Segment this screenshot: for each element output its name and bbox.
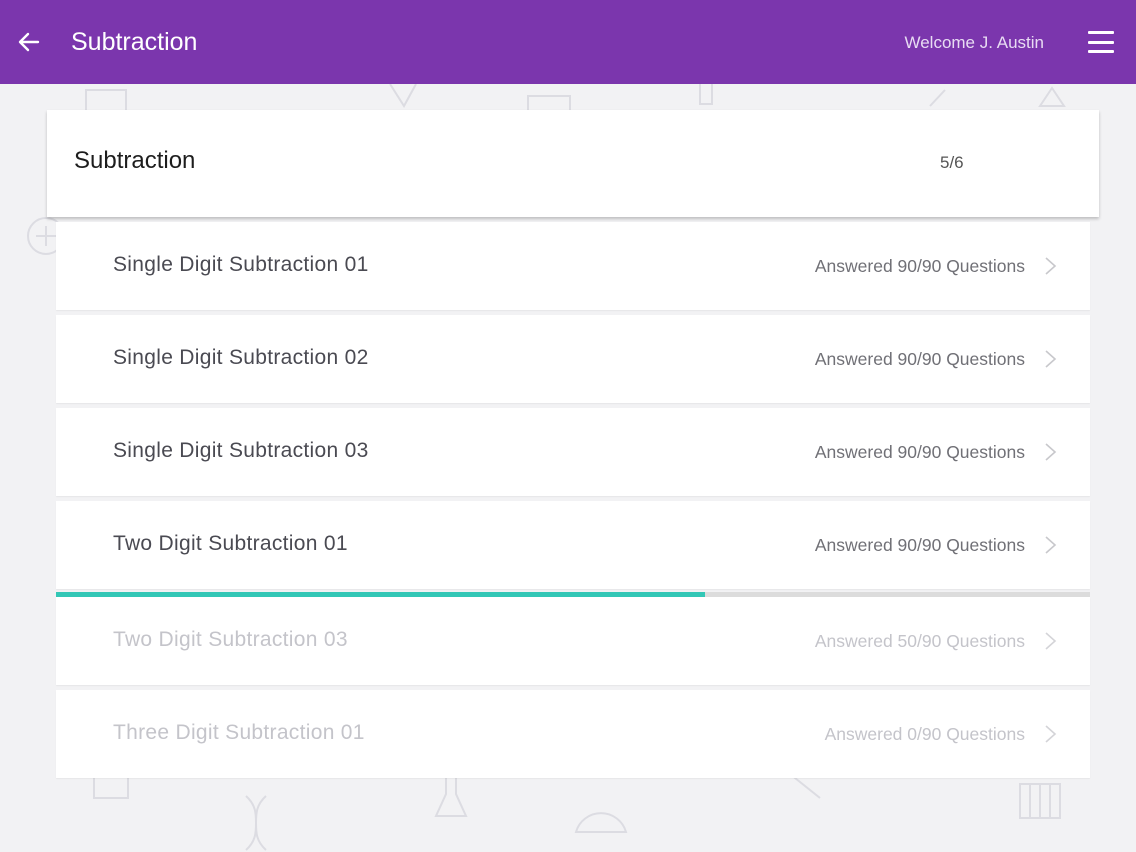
lesson-list: Single Digit Subtraction 01 Answered 90/… bbox=[56, 222, 1090, 783]
lesson-status: Answered 90/90 Questions bbox=[814, 535, 1025, 555]
course-header-card: Subtraction 5/6 bbox=[47, 110, 1099, 217]
page-title: Subtraction bbox=[71, 28, 198, 56]
lesson-row[interactable]: Single Digit Subtraction 02 Answered 90/… bbox=[56, 315, 1090, 403]
lesson-row[interactable]: Single Digit Subtraction 01 Answered 90/… bbox=[56, 222, 1090, 310]
arrow-left-icon bbox=[18, 32, 40, 52]
lesson-row[interactable]: Two Digit Subtraction 01 Answered 90/90 … bbox=[56, 501, 1090, 589]
hamburger-menu-icon bbox=[1088, 31, 1114, 34]
hamburger-menu-icon bbox=[1088, 40, 1114, 44]
lesson-row[interactable]: Single Digit Subtraction 03 Answered 90/… bbox=[56, 408, 1090, 496]
lesson-title: Single Digit Subtraction 03 bbox=[113, 439, 369, 462]
hamburger-menu-icon bbox=[1088, 50, 1114, 53]
lesson-row[interactable]: Three Digit Subtraction 01 Answered 0/90… bbox=[56, 690, 1090, 778]
lesson-status: Answered 0/90 Questions bbox=[824, 724, 1025, 744]
lesson-title: Three Digit Subtraction 01 bbox=[113, 721, 365, 744]
lesson-title: Single Digit Subtraction 02 bbox=[113, 346, 369, 369]
lesson-status: Answered 90/90 Questions bbox=[814, 256, 1025, 276]
lesson-row[interactable]: Two Digit Subtraction 03 Answered 50/90 … bbox=[56, 597, 1090, 685]
chevron-right-icon bbox=[1045, 536, 1057, 554]
menu-button[interactable] bbox=[1086, 28, 1116, 56]
back-button[interactable] bbox=[14, 26, 44, 58]
chevron-right-icon bbox=[1045, 443, 1057, 461]
course-title: Subtraction bbox=[74, 147, 196, 174]
lesson-status: Answered 90/90 Questions bbox=[814, 349, 1025, 369]
lesson-title: Two Digit Subtraction 03 bbox=[113, 628, 348, 651]
lesson-title: Two Digit Subtraction 01 bbox=[113, 532, 348, 555]
lesson-title: Single Digit Subtraction 01 bbox=[113, 253, 369, 276]
lesson-status: Answered 50/90 Questions bbox=[814, 631, 1025, 651]
chevron-right-icon bbox=[1045, 632, 1057, 650]
chevron-right-icon bbox=[1045, 350, 1057, 368]
lesson-status: Answered 90/90 Questions bbox=[814, 442, 1025, 462]
chevron-right-icon bbox=[1045, 257, 1057, 275]
top-app-bar: Subtraction Welcome J. Austin bbox=[0, 0, 1136, 84]
chevron-right-icon bbox=[1045, 725, 1057, 743]
course-progress: 5/6 bbox=[940, 153, 964, 172]
welcome-text: Welcome J. Austin bbox=[904, 33, 1044, 52]
